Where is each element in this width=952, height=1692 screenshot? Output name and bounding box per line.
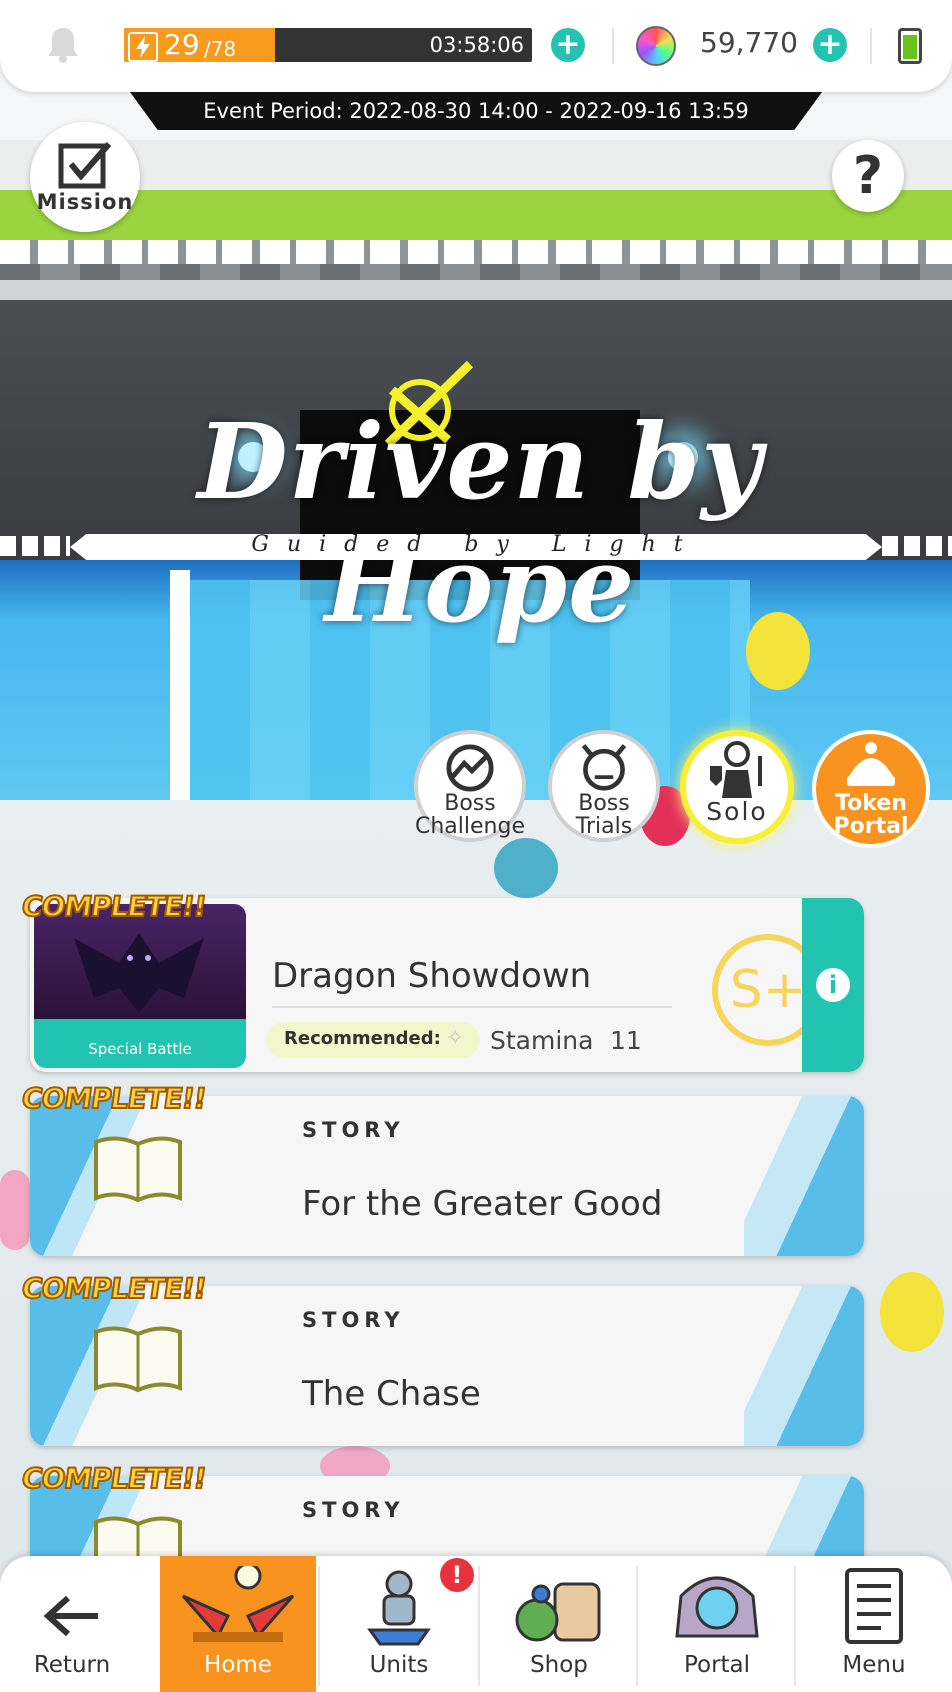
book-icon	[94, 1136, 182, 1203]
boss-challenge-button[interactable]: Boss Challenge	[414, 730, 526, 842]
card-stripe	[744, 1096, 864, 1256]
nav-home[interactable]: Home	[160, 1556, 316, 1692]
divider	[612, 28, 614, 64]
stamina-cost-label: Stamina	[490, 1026, 594, 1055]
add-stamina-button[interactable]: +	[551, 28, 585, 62]
nav-units-label: Units	[369, 1652, 429, 1678]
stamina-current: 29	[164, 28, 200, 61]
stamina-timer: 03:58:06	[429, 33, 524, 57]
nav-shop-label: Shop	[530, 1652, 588, 1678]
add-gems-button[interactable]: +	[813, 28, 847, 62]
menu-list-icon	[845, 1568, 903, 1644]
quest-card-story[interactable]: STORY The Chase	[30, 1286, 864, 1446]
nav-return[interactable]: Return	[0, 1556, 144, 1692]
portal-icon	[675, 1576, 759, 1638]
battle-info-button[interactable]: i	[802, 898, 864, 1072]
home-ship-icon	[181, 1566, 295, 1642]
info-icon: i	[816, 968, 850, 1002]
story-tag: STORY	[302, 1118, 405, 1142]
units-notification-badge: !	[440, 1558, 474, 1592]
decor-diamonds	[0, 536, 70, 556]
dragon-icon	[74, 933, 204, 1013]
boss-trials-button[interactable]: Boss Trials	[548, 730, 660, 842]
story-tag: STORY	[302, 1308, 405, 1332]
recommended-badge: Recommended: ✧	[266, 1022, 480, 1058]
shop-bag-icon	[515, 1582, 601, 1642]
nav-return-label: Return	[33, 1652, 111, 1678]
stamina-bar: 29 /78 03:58:06	[124, 28, 532, 62]
battle-title: Dragon Showdown	[272, 956, 592, 996]
battle-tag: Special Battle	[88, 1040, 192, 1058]
lightning-icon	[128, 32, 158, 62]
nav-shop[interactable]: Shop	[480, 1556, 638, 1692]
story-title: For the Greater Good	[302, 1184, 663, 1224]
question-icon: ?	[852, 146, 884, 206]
nav-portal-label: Portal	[683, 1652, 751, 1678]
arrow-left-icon	[43, 1595, 98, 1637]
solo-knight-icon	[710, 741, 762, 798]
complete-badge: COMPLETE!!	[19, 1271, 209, 1306]
demon-icon	[581, 744, 627, 791]
mode-label: Solo	[706, 797, 768, 826]
mission-button[interactable]: Mission	[30, 122, 140, 232]
mode-label: Token	[835, 791, 907, 816]
story-title: The Chase	[302, 1374, 481, 1414]
help-button[interactable]: ?	[832, 140, 904, 212]
gem-count: 59,770	[700, 26, 798, 59]
quest-card-battle[interactable]: Special Battle Dragon Showdown Recommend…	[30, 898, 864, 1072]
status-bar: 29 /78 03:58:06 + 59,770 +	[0, 0, 952, 92]
mode-label: Challenge	[415, 814, 525, 839]
event-title: Driven by Hope	[197, 400, 763, 646]
gem-icon	[636, 26, 676, 66]
rank-value: S+	[729, 960, 807, 1020]
token-portal-button[interactable]: Token Portal	[812, 730, 930, 848]
stamina-max: /78	[204, 37, 237, 61]
mission-label: Mission	[36, 190, 134, 214]
event-period: Event Period: 2022-08-30 14:00 - 2022-09…	[130, 92, 822, 130]
battle-thumbnail: Special Battle	[34, 904, 246, 1068]
complete-badge: COMPLETE!!	[19, 1081, 209, 1116]
battery-icon	[898, 28, 922, 64]
checkbox-icon	[58, 142, 112, 189]
decor-diamonds	[882, 536, 952, 556]
quest-card-story[interactable]: STORY For the Greater Good	[30, 1096, 864, 1256]
card-stripe	[744, 1286, 864, 1446]
complete-badge: COMPLETE!!	[19, 1461, 209, 1496]
recommended-label: Recommended:	[284, 1028, 441, 1049]
nav-home-label: Home	[204, 1652, 272, 1678]
solo-button[interactable]: Solo	[680, 730, 794, 844]
bell-icon[interactable]	[46, 26, 80, 64]
token-portal-icon	[847, 742, 895, 786]
event-subtitle: Guided by Light	[251, 532, 701, 557]
divider	[870, 28, 872, 64]
mode-label: Boss	[444, 791, 496, 816]
stamina-cost-value: 11	[610, 1026, 642, 1055]
book-icon	[94, 1326, 182, 1393]
complete-badge: COMPLETE!!	[19, 889, 209, 924]
chart-icon	[446, 744, 494, 792]
nav-menu[interactable]: Menu	[796, 1556, 952, 1692]
mode-label: Boss Trials	[575, 791, 633, 839]
mode-label: Portal	[833, 814, 909, 839]
nav-portal[interactable]: Portal	[638, 1556, 796, 1692]
star-outline-icon: ✧	[446, 1026, 465, 1051]
story-tag: STORY	[302, 1498, 405, 1522]
nav-menu-label: Menu	[842, 1652, 906, 1678]
units-icon	[367, 1570, 431, 1646]
divider	[272, 1006, 672, 1008]
